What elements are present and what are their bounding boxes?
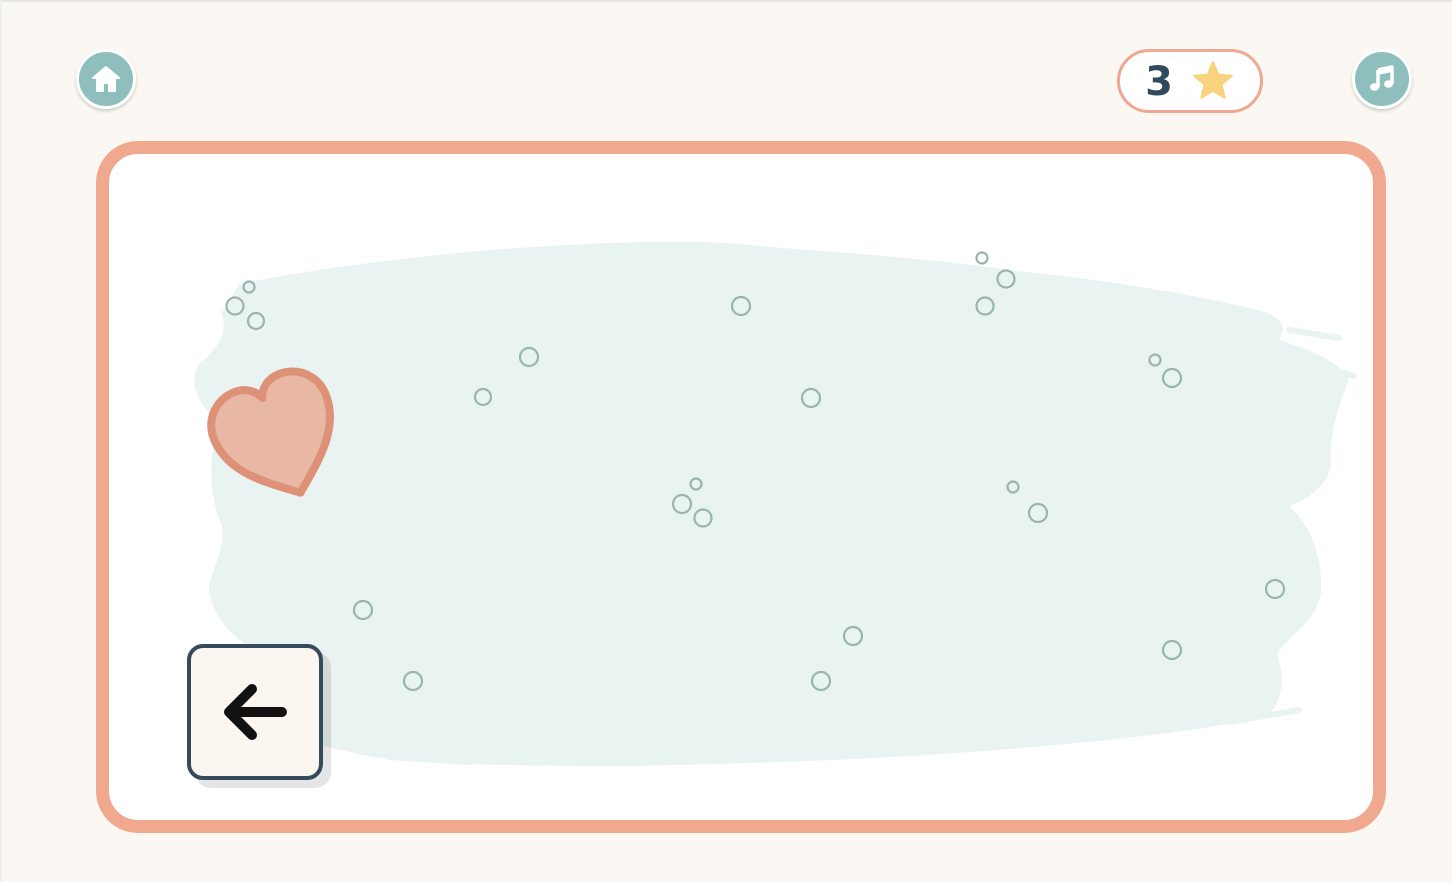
score-counter: 3 [1117,49,1263,113]
back-button[interactable] [187,644,323,780]
music-note-icon [1370,65,1394,91]
heart-icon[interactable] [198,357,358,517]
score-value: 3 [1145,59,1173,105]
home-icon [92,66,120,92]
music-button[interactable] [1352,49,1412,109]
arrow-left-icon [224,684,287,740]
home-button[interactable] [76,49,136,109]
brush-stroke [194,241,1349,767]
game-screen: 3 [0,0,1452,882]
star-icon [1193,61,1233,99]
